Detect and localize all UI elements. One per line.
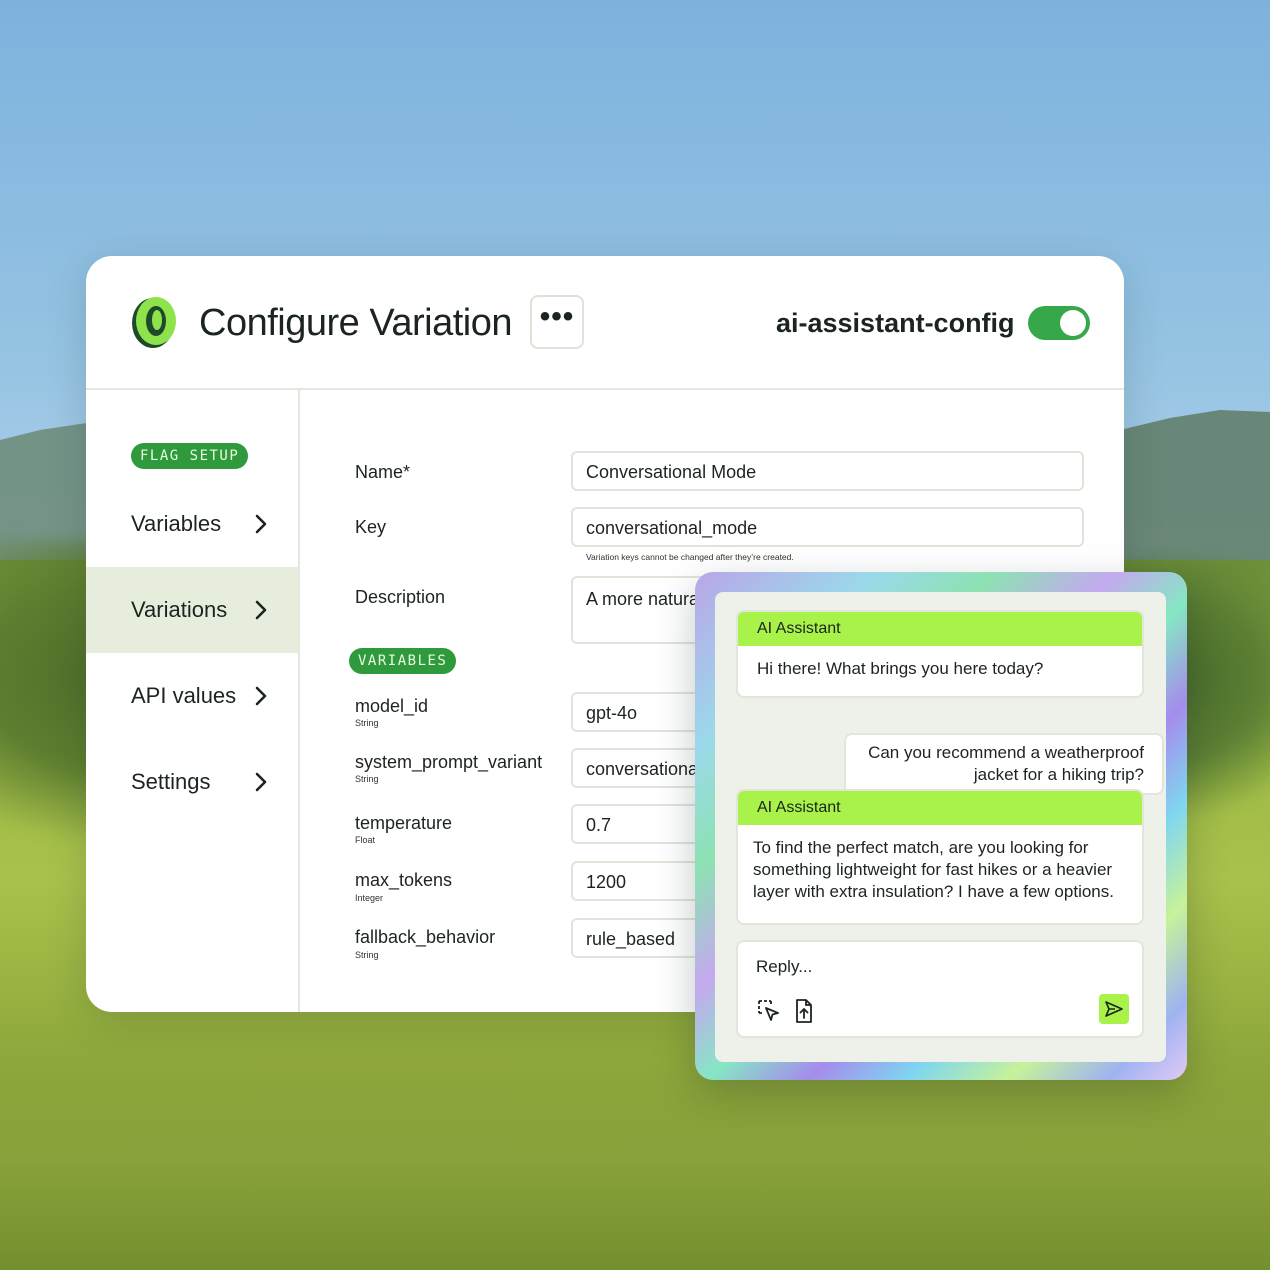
toggle-knob bbox=[1060, 310, 1086, 336]
chat-panel: AI Assistant Hi there! What brings you h… bbox=[715, 592, 1166, 1062]
variable-name: max_tokens bbox=[355, 870, 453, 890]
reply-composer bbox=[736, 940, 1144, 1038]
variable-type: Integer bbox=[355, 893, 384, 903]
variable-type: Float bbox=[355, 835, 376, 845]
send-icon bbox=[1105, 1001, 1123, 1017]
sidebar-item-variables[interactable]: Variables bbox=[86, 481, 298, 567]
flag-setup-pill: FLAG SETUP bbox=[131, 443, 249, 469]
more-options-button[interactable]: ••• bbox=[530, 295, 584, 349]
variable-name: model_id bbox=[355, 696, 429, 716]
chevron-right-icon bbox=[255, 600, 267, 620]
variables-pill: VARIABLES bbox=[349, 648, 457, 674]
chat-preview-frame: AI Assistant Hi there! What brings you h… bbox=[695, 572, 1187, 1080]
variable-name: temperature bbox=[355, 813, 453, 833]
message-text: To find the perfect match, are you looki… bbox=[753, 838, 1114, 901]
sidebar-item-label: Settings bbox=[131, 769, 211, 794]
cursor-select-icon[interactable] bbox=[756, 998, 782, 1024]
sidebar-item-label: Variables bbox=[131, 511, 222, 536]
chevron-right-icon bbox=[255, 514, 267, 534]
file-upload-icon[interactable] bbox=[791, 998, 817, 1024]
key-hint: Variation keys cannot be changed after t… bbox=[586, 552, 794, 562]
name-field[interactable]: Conversational Mode bbox=[571, 451, 1084, 491]
reply-input[interactable] bbox=[756, 954, 1056, 980]
message-sender: AI Assistant bbox=[738, 612, 1142, 646]
name-label: Name* bbox=[355, 462, 411, 482]
description-label: Description bbox=[355, 587, 446, 607]
variable-name: system_prompt_variant bbox=[355, 752, 543, 772]
key-field[interactable]: conversational_mode bbox=[571, 507, 1084, 547]
flag-enabled-toggle[interactable] bbox=[1028, 306, 1090, 340]
variable-type: String bbox=[355, 950, 379, 960]
key-label: Key bbox=[355, 517, 387, 537]
variable-type: String bbox=[355, 774, 379, 784]
message-text: Hi there! What brings you here today? bbox=[757, 659, 1044, 678]
send-button[interactable] bbox=[1099, 994, 1129, 1024]
more-horizontal-icon: ••• bbox=[539, 300, 575, 333]
variable-type: String bbox=[355, 718, 379, 728]
variable-name: fallback_behavior bbox=[355, 927, 496, 947]
sidebar-item-label: Variations bbox=[131, 597, 228, 622]
page-title: Configure Variation bbox=[199, 302, 512, 344]
sidebar-item-variations[interactable]: Variations bbox=[86, 567, 298, 653]
chevron-right-icon bbox=[255, 772, 267, 792]
assistant-message: AI Assistant Hi there! What brings you h… bbox=[736, 610, 1144, 698]
assistant-message: AI Assistant To find the perfect match, … bbox=[736, 789, 1144, 925]
sidebar-item-api-values[interactable]: API values bbox=[86, 653, 298, 739]
sidebar-item-settings[interactable]: Settings bbox=[86, 739, 298, 825]
sidebar: FLAG SETUP Variables Variations API valu… bbox=[86, 390, 300, 1012]
card-header: Configure Variation ••• ai-assistant-con… bbox=[86, 256, 1124, 390]
chevron-right-icon bbox=[255, 686, 267, 706]
user-message: Can you recommend a weatherproof jacket … bbox=[844, 733, 1164, 795]
flag-key: ai-assistant-config bbox=[776, 308, 1015, 338]
message-sender: AI Assistant bbox=[738, 791, 1142, 825]
sidebar-item-label: API values bbox=[131, 683, 237, 708]
app-logo-icon bbox=[132, 297, 176, 348]
